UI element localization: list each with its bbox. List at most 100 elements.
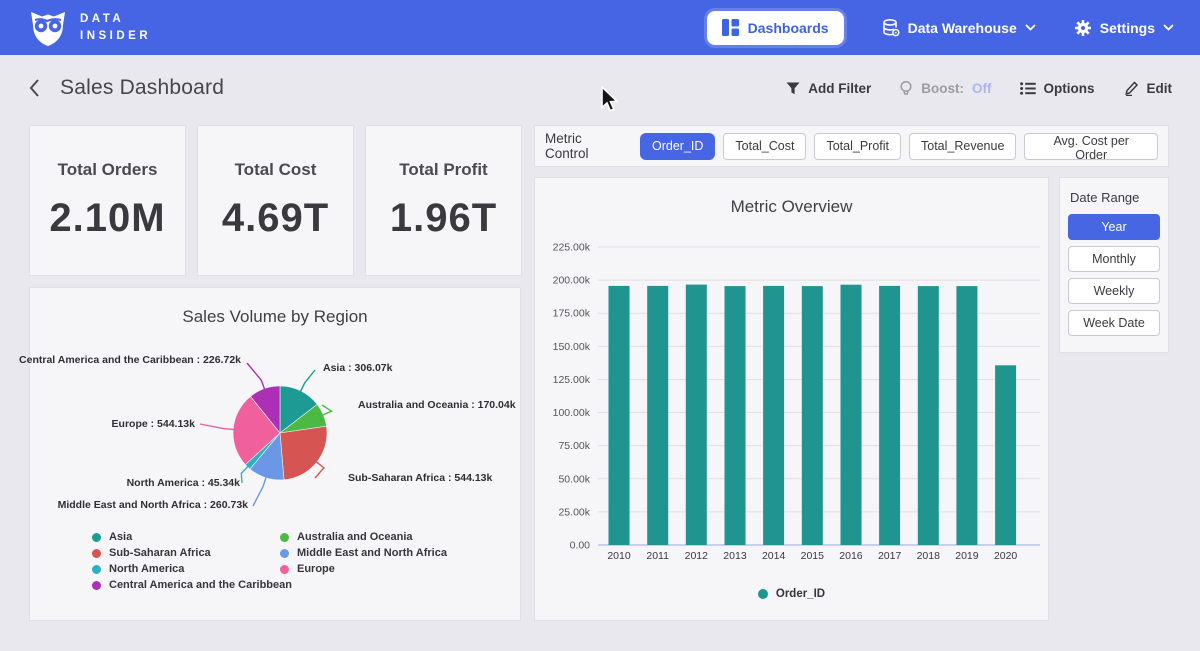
bar-2016[interactable] bbox=[841, 285, 862, 545]
pie-legend-item[interactable]: Asia bbox=[92, 531, 132, 543]
pie-connector-line bbox=[300, 370, 315, 392]
dashboards-button[interactable]: Dashboards bbox=[707, 11, 844, 45]
bar-2020[interactable] bbox=[995, 365, 1016, 545]
legend-label: Australia and Oceania bbox=[297, 531, 413, 543]
x-tick-label: 2016 bbox=[839, 550, 863, 562]
metric-button-total-cost[interactable]: Total_Cost bbox=[723, 133, 806, 160]
legend-dot bbox=[758, 589, 768, 599]
dashboards-label: Dashboards bbox=[748, 20, 829, 36]
pie-connector-line bbox=[322, 405, 332, 415]
date-range-year-button[interactable]: Year bbox=[1068, 214, 1160, 240]
bar-2018[interactable] bbox=[918, 286, 939, 545]
kpi-card-total-profit: Total Profit 1.96T bbox=[366, 126, 521, 275]
bar-chart-legend[interactable]: Order_ID bbox=[535, 588, 1048, 600]
bar-2014[interactable] bbox=[763, 286, 784, 545]
bar-2010[interactable] bbox=[609, 286, 630, 545]
bar-2011[interactable] bbox=[647, 286, 668, 545]
pie-connector-line bbox=[247, 363, 265, 390]
legend-dot bbox=[280, 565, 289, 574]
kpi-value: 2.10M bbox=[49, 196, 165, 241]
metric-button-order-id[interactable]: Order_ID bbox=[640, 133, 715, 160]
y-tick-label: 125.00k bbox=[553, 374, 591, 386]
pie-legend-item[interactable]: North America bbox=[92, 563, 184, 575]
pie-legend-item[interactable]: Central America and the Caribbean bbox=[92, 579, 292, 591]
y-tick-label: 225.00k bbox=[553, 242, 591, 254]
bar-chart-card: Metric Overview 0.0025.00k50.00k75.00k10… bbox=[535, 178, 1048, 620]
bar-2015[interactable] bbox=[802, 286, 823, 545]
metric-button-total-profit[interactable]: Total_Profit bbox=[814, 133, 901, 160]
settings-menu[interactable]: Settings bbox=[1074, 19, 1174, 37]
legend-dot bbox=[92, 581, 101, 590]
legend-dot bbox=[280, 533, 289, 542]
edit-button[interactable]: Edit bbox=[1123, 81, 1173, 96]
pie-slice-label: Asia : 306.07k bbox=[323, 362, 392, 374]
legend-label: North America bbox=[109, 563, 184, 575]
bar-2017[interactable] bbox=[879, 286, 900, 545]
legend-label: Order_ID bbox=[776, 588, 825, 600]
chevron-left-icon bbox=[28, 78, 40, 98]
pie-slice-label: North America : 45.34k bbox=[127, 477, 240, 489]
legend-label: Sub-Saharan Africa bbox=[109, 547, 211, 559]
legend-dot bbox=[92, 565, 101, 574]
y-tick-label: 50.00k bbox=[558, 473, 590, 485]
pie-legend-item[interactable]: Australia and Oceania bbox=[280, 531, 413, 543]
x-tick-label: 2010 bbox=[607, 550, 631, 562]
kpi-label: Total Profit bbox=[399, 160, 487, 180]
kpi-label: Total Cost bbox=[235, 160, 317, 180]
legend-dot bbox=[92, 549, 101, 558]
metric-button-avg-cost-per-order[interactable]: Avg. Cost per Order bbox=[1024, 133, 1158, 160]
x-tick-label: 2014 bbox=[762, 550, 786, 562]
boost-balloon-icon bbox=[899, 81, 913, 96]
pie-slice-label: Middle East and North Africa : 260.73k bbox=[58, 499, 248, 511]
x-tick-label: 2012 bbox=[685, 550, 709, 562]
data-warehouse-label: Data Warehouse bbox=[908, 20, 1017, 36]
date-range-week-date-button[interactable]: Week Date bbox=[1068, 310, 1160, 336]
chevron-down-icon bbox=[1163, 24, 1174, 31]
kpi-label: Total Orders bbox=[58, 160, 158, 180]
pie-connector-line bbox=[315, 462, 324, 478]
owl-logo-icon bbox=[26, 7, 70, 49]
pie-legend-item[interactable]: Europe bbox=[280, 563, 335, 575]
dashboards-grid-icon bbox=[722, 19, 739, 36]
pie-slice-label: Central America and the Caribbean : 226.… bbox=[19, 354, 241, 366]
pie-legend-item[interactable]: Middle East and North Africa bbox=[280, 547, 447, 559]
bar-2012[interactable] bbox=[686, 285, 707, 545]
add-filter-button[interactable]: Add Filter bbox=[786, 81, 871, 96]
y-tick-label: 150.00k bbox=[553, 341, 591, 353]
y-tick-label: 100.00k bbox=[553, 407, 591, 419]
app-window: DATA INSIDER Dashboards bbox=[0, 0, 1200, 651]
metric-button-total-revenue[interactable]: Total_Revenue bbox=[909, 133, 1016, 160]
kpi-value: 1.96T bbox=[390, 196, 497, 241]
options-button[interactable]: Options bbox=[1020, 81, 1095, 96]
edit-pencil-icon bbox=[1123, 81, 1139, 96]
y-tick-label: 175.00k bbox=[553, 308, 591, 320]
y-tick-label: 200.00k bbox=[553, 275, 591, 287]
x-tick-label: 2018 bbox=[917, 550, 941, 562]
metric-control-label: Metric Control bbox=[545, 131, 628, 161]
top-navbar: DATA INSIDER Dashboards bbox=[0, 0, 1200, 55]
navbar-menu: Dashboards Data Warehouse bbox=[707, 11, 1174, 45]
bar-2019[interactable] bbox=[956, 286, 977, 545]
date-range-monthly-button[interactable]: Monthly bbox=[1068, 246, 1160, 272]
kpi-card-total-cost: Total Cost 4.69T bbox=[198, 126, 353, 275]
y-tick-label: 75.00k bbox=[558, 440, 590, 452]
legend-dot bbox=[280, 549, 289, 558]
filter-funnel-icon bbox=[786, 82, 800, 95]
x-tick-label: 2020 bbox=[994, 550, 1018, 562]
pie-legend-item[interactable]: Sub-Saharan Africa bbox=[92, 547, 211, 559]
bar-2013[interactable] bbox=[725, 286, 746, 545]
x-tick-label: 2013 bbox=[723, 550, 747, 562]
date-range-weekly-button[interactable]: Weekly bbox=[1068, 278, 1160, 304]
boost-toggle[interactable]: Boost: Off bbox=[899, 81, 991, 96]
y-tick-label: 0.00 bbox=[570, 540, 591, 552]
pie-connector-line bbox=[241, 466, 248, 483]
back-button[interactable] bbox=[28, 78, 40, 98]
header-actions: Add Filter Boost: Off Options bbox=[786, 81, 1172, 96]
page-header: Sales Dashboard Add Filter Boost: Off bbox=[0, 55, 1200, 121]
metric-control-bar: Metric Control Order_ID Total_Cost Total… bbox=[535, 126, 1168, 166]
legend-label: Central America and the Caribbean bbox=[109, 579, 292, 591]
pie-connector-line bbox=[200, 424, 234, 430]
data-warehouse-menu[interactable]: Data Warehouse bbox=[882, 19, 1036, 37]
bar-chart: 0.0025.00k50.00k75.00k100.00k125.00k150.… bbox=[535, 178, 1048, 620]
x-tick-label: 2017 bbox=[878, 550, 902, 562]
